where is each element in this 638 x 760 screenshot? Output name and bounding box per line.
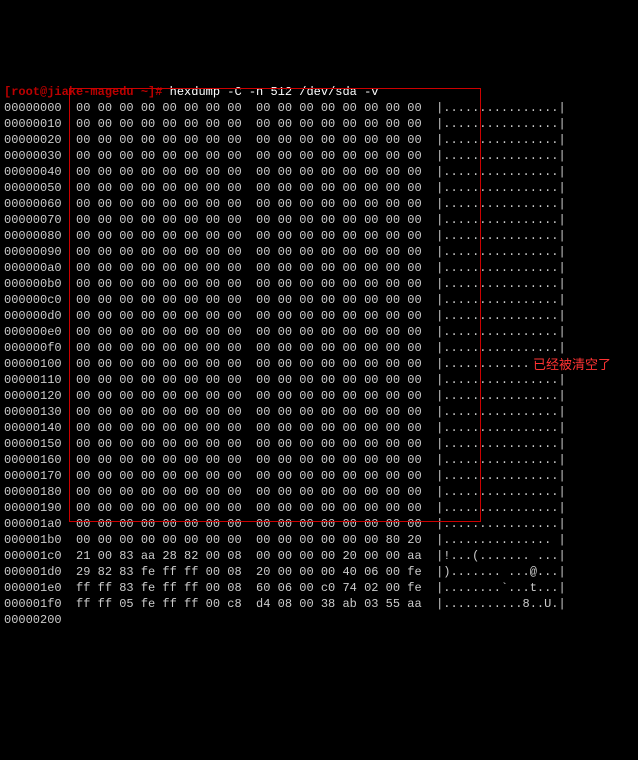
annotation-label: 已经被清空了 bbox=[531, 357, 613, 373]
hex-row: 000000a0 00 00 00 00 00 00 00 00 00 00 0… bbox=[4, 260, 634, 276]
prompt-user: root@jiake-magedu bbox=[11, 85, 133, 99]
prompt: [root@jiake-magedu ~]# bbox=[4, 85, 162, 99]
hex-row: 00000120 00 00 00 00 00 00 00 00 00 00 0… bbox=[4, 388, 634, 404]
hex-row: 000000e0 00 00 00 00 00 00 00 00 00 00 0… bbox=[4, 324, 634, 340]
hex-row: 000000c0 00 00 00 00 00 00 00 00 00 00 0… bbox=[4, 292, 634, 308]
hex-row: 000000d0 00 00 00 00 00 00 00 00 00 00 0… bbox=[4, 308, 634, 324]
prompt-close: ]# bbox=[148, 85, 162, 99]
hex-row: 00000110 00 00 00 00 00 00 00 00 00 00 0… bbox=[4, 372, 634, 388]
hex-row: 00000030 00 00 00 00 00 00 00 00 00 00 0… bbox=[4, 148, 634, 164]
hex-row: 000001f0 ff ff 05 fe ff ff 00 c8 d4 08 0… bbox=[4, 596, 634, 612]
hex-row: 00000010 00 00 00 00 00 00 00 00 00 00 0… bbox=[4, 116, 634, 132]
hex-row: 00000200 bbox=[4, 612, 634, 628]
hex-row: 00000170 00 00 00 00 00 00 00 00 00 00 0… bbox=[4, 468, 634, 484]
hex-row: 000000b0 00 00 00 00 00 00 00 00 00 00 0… bbox=[4, 276, 634, 292]
hex-row: 00000020 00 00 00 00 00 00 00 00 00 00 0… bbox=[4, 132, 634, 148]
command[interactable]: hexdump -C -n 512 /dev/sda -v bbox=[170, 85, 379, 99]
hex-row: 00000150 00 00 00 00 00 00 00 00 00 00 0… bbox=[4, 436, 634, 452]
hex-row: 00000080 00 00 00 00 00 00 00 00 00 00 0… bbox=[4, 228, 634, 244]
hex-row: 00000160 00 00 00 00 00 00 00 00 00 00 0… bbox=[4, 452, 634, 468]
terminal: [root@jiake-magedu ~]# hexdump -C -n 512… bbox=[4, 68, 634, 676]
hex-row: 00000090 00 00 00 00 00 00 00 00 00 00 0… bbox=[4, 244, 634, 260]
hex-row: 000001a0 00 00 00 00 00 00 00 00 00 00 0… bbox=[4, 516, 634, 532]
hex-row: 000001e0 ff ff 83 fe ff ff 00 08 60 06 0… bbox=[4, 580, 634, 596]
hex-row: 000001c0 21 00 83 aa 28 82 00 08 00 00 0… bbox=[4, 548, 634, 564]
prompt-path: ~ bbox=[141, 85, 148, 99]
hex-row: 00000190 00 00 00 00 00 00 00 00 00 00 0… bbox=[4, 500, 634, 516]
hex-row: 00000180 00 00 00 00 00 00 00 00 00 00 0… bbox=[4, 484, 634, 500]
hex-row: 000001b0 00 00 00 00 00 00 00 00 00 00 0… bbox=[4, 532, 634, 548]
hex-row: 00000130 00 00 00 00 00 00 00 00 00 00 0… bbox=[4, 404, 634, 420]
hex-row: 000000f0 00 00 00 00 00 00 00 00 00 00 0… bbox=[4, 340, 634, 356]
hex-row: 000001d0 29 82 83 fe ff ff 00 08 20 00 0… bbox=[4, 564, 634, 580]
hex-row: 00000040 00 00 00 00 00 00 00 00 00 00 0… bbox=[4, 164, 634, 180]
hex-row: 00000070 00 00 00 00 00 00 00 00 00 00 0… bbox=[4, 212, 634, 228]
hex-row: 00000060 00 00 00 00 00 00 00 00 00 00 0… bbox=[4, 196, 634, 212]
hex-row: 00000000 00 00 00 00 00 00 00 00 00 00 0… bbox=[4, 100, 634, 116]
hex-row: 00000140 00 00 00 00 00 00 00 00 00 00 0… bbox=[4, 420, 634, 436]
hex-row: 00000050 00 00 00 00 00 00 00 00 00 00 0… bbox=[4, 180, 634, 196]
